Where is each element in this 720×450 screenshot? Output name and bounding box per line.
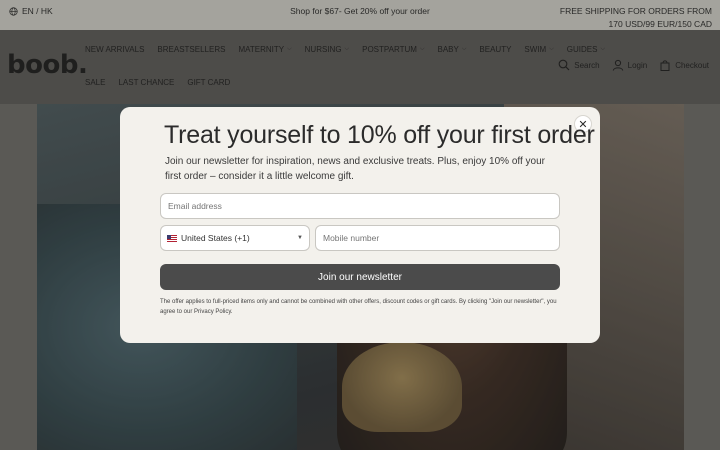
offer-disclaimer: The offer applies to full-priced items o… <box>160 299 557 315</box>
modal-title: Treat yourself to 10% off your first ord… <box>164 121 595 149</box>
newsletter-modal: ✕ Treat yourself to 10% off your first o… <box>120 107 600 343</box>
dropdown-arrow-icon: ▼ <box>297 235 303 241</box>
email-field[interactable] <box>161 201 559 211</box>
join-newsletter-button[interactable]: Join our newsletter <box>160 264 560 290</box>
mobile-field-wrapper <box>315 225 560 251</box>
country-code-value: United States (+1) <box>181 233 250 243</box>
country-code-select[interactable]: United States (+1) ▼ <box>160 225 310 251</box>
email-field-wrapper <box>160 193 560 219</box>
modal-description: Join our newsletter for inspiration, new… <box>165 156 546 182</box>
mobile-number-field[interactable] <box>316 233 559 243</box>
us-flag-icon <box>167 234 177 242</box>
